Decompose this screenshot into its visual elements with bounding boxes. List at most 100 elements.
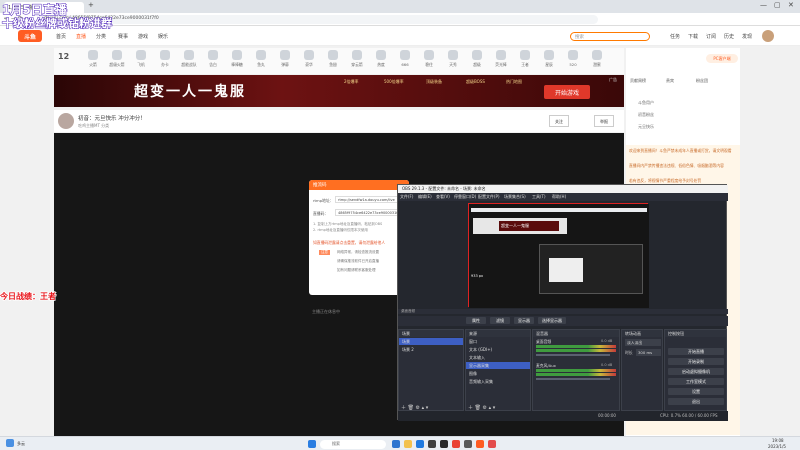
header-subscribe[interactable]: 订阅 [706, 33, 716, 40]
douyu-taskbar-icon[interactable] [476, 440, 484, 448]
gift-item[interactable]: 甜蜜 [586, 50, 608, 68]
douyu-logo[interactable]: 斗鱼 [18, 30, 42, 42]
gift-item[interactable]: 520 [562, 50, 584, 67]
source-item[interactable]: 文本 (GDI+) [466, 346, 530, 353]
gift-item[interactable]: 弹幕 [274, 50, 296, 68]
avatar[interactable] [762, 30, 774, 42]
streamer-avatar[interactable] [58, 113, 74, 129]
app-icon[interactable] [464, 440, 472, 448]
source-item[interactable]: 显示器采集 [466, 362, 530, 369]
obs-taskbar-icon[interactable] [440, 440, 448, 448]
weather-icon[interactable] [6, 439, 14, 447]
add-source-icon[interactable]: ＋ 🗑 ⚙ ▴ ▾ [468, 404, 495, 411]
gift-item[interactable]: 天秀 [442, 50, 464, 68]
gift-item[interactable]: 超级 [466, 50, 488, 68]
obs-preview[interactable]: 超变一人一鬼服 933 px [468, 203, 649, 308]
gift-item[interactable]: 热度 [370, 50, 392, 68]
menu-file[interactable]: 文件(F) [400, 194, 413, 200]
gift-item[interactable]: 穿云箭 [346, 50, 368, 68]
menu-scene-collection[interactable]: 场景集合(S) [504, 194, 526, 200]
report-button[interactable]: 举报 [594, 115, 614, 127]
gift-item[interactable]: 荧光棒 [490, 50, 512, 68]
gift-item[interactable]: 飞机 [130, 50, 152, 68]
gift-item[interactable]: 豪华 [298, 50, 320, 68]
gift-item[interactable]: 超级火箭 [106, 50, 128, 68]
rank-tab[interactable]: 贵宾 [666, 78, 674, 84]
add-scene-icon[interactable]: ＋ 🗑 ⚙ ▴ ▾ [401, 404, 428, 411]
header-task[interactable]: 任务 [670, 33, 680, 40]
settings-button[interactable]: 设置 [668, 388, 724, 395]
gift-item[interactable]: 超能战队 [178, 50, 200, 68]
gift-item[interactable]: 王者 [514, 50, 536, 68]
nav-item-live[interactable]: 直播 [76, 33, 86, 40]
banner-start-button[interactable]: 开始游戏 [544, 85, 590, 99]
menu-help[interactable]: 帮助(H) [552, 194, 566, 200]
taskbar-search[interactable]: 搜索 [320, 440, 386, 449]
app-icon[interactable] [488, 440, 496, 448]
file-explorer-icon[interactable] [404, 440, 412, 448]
start-streaming-button[interactable]: 开始直播 [668, 348, 724, 355]
menu-view[interactable]: 查看(V) [436, 194, 450, 200]
nav-item-fun[interactable]: 娱乐 [158, 33, 168, 40]
source-item[interactable]: 文本输入 [466, 354, 530, 361]
scene-item[interactable]: 场景 [399, 338, 463, 345]
user-item[interactable]: 斗鱼用户 [638, 100, 654, 106]
notice-line: 网络异常，请检查推流设置 [337, 250, 379, 254]
menu-edit[interactable]: 编辑(E) [418, 194, 432, 200]
duration-input[interactable]: 300 ms [636, 349, 661, 356]
store-icon[interactable] [428, 440, 436, 448]
source-item[interactable]: 图像 [466, 370, 530, 377]
ad-banner[interactable]: 超变一人一鬼服 2倍爆率 500倍爆率 顶级装备 超级BOSS 热门地图 开始游… [54, 75, 624, 107]
nav-item-match[interactable]: 赛事 [118, 33, 128, 40]
menu-docks[interactable]: 停靠窗口(D) [454, 194, 476, 200]
gift-icon [160, 50, 170, 60]
select-display-button[interactable]: 选择显示器 [538, 317, 566, 324]
minimize-button[interactable]: — [760, 1, 767, 9]
volume-slider[interactable] [536, 378, 610, 380]
windows-start-icon[interactable] [308, 440, 316, 448]
exit-button[interactable]: 退出 [668, 398, 724, 405]
nav-item-home[interactable]: 首页 [56, 33, 66, 40]
gift-item[interactable]: 666 [394, 50, 416, 67]
source-item[interactable]: 窗口 [466, 338, 530, 345]
menu-profile[interactable]: 配置文件(P) [478, 194, 500, 200]
header-download[interactable]: 下载 [688, 33, 698, 40]
address-input[interactable]: douyu.com/ 48655f9754ce6422e73ce9000031f… [38, 15, 598, 24]
header-discover[interactable]: 发现 [742, 33, 752, 40]
start-recording-button[interactable]: 开始录制 [668, 358, 724, 365]
rank-tab[interactable]: 粉丝团 [696, 78, 708, 84]
display-button[interactable]: 显示器 [514, 317, 534, 324]
gift-item[interactable]: 告白 [202, 50, 224, 68]
gift-item[interactable]: 鱼翅 [322, 50, 344, 68]
close-button[interactable]: ✕ [788, 1, 794, 9]
filters-button[interactable]: 滤镜 [490, 317, 510, 324]
pc-client-button[interactable]: PC客户端 [706, 54, 738, 63]
follow-button[interactable]: 关注 [549, 115, 569, 127]
studio-mode-button[interactable]: 工作室模式 [668, 378, 724, 385]
nav-item-game[interactable]: 游戏 [138, 33, 148, 40]
transition-select[interactable]: 淡入淡出 [625, 339, 661, 346]
gift-item[interactable]: 星辰 [538, 50, 560, 68]
search-input[interactable]: 搜索 [570, 32, 650, 41]
gift-item[interactable]: 火箭 [82, 50, 104, 68]
new-tab-button[interactable]: + [88, 1, 94, 9]
task-view-icon[interactable] [392, 440, 400, 448]
volume-slider[interactable] [536, 354, 610, 356]
user-item[interactable]: 初音粉丝 [638, 112, 654, 118]
source-item[interactable]: 音频输入采集 [466, 378, 530, 385]
header-history[interactable]: 历史 [724, 33, 734, 40]
maximize-button[interactable]: ▢ [774, 1, 781, 9]
chrome-icon[interactable] [452, 440, 460, 448]
edge-icon[interactable] [416, 440, 424, 448]
scene-item[interactable]: 场景 2 [399, 346, 463, 353]
nav-item-category[interactable]: 分类 [96, 33, 106, 40]
user-item[interactable]: 元旦快乐 [638, 124, 654, 130]
gift-item[interactable]: 鱼丸 [250, 50, 272, 68]
rank-tab[interactable]: 贡献周榜 [630, 78, 646, 84]
menu-tools[interactable]: 工具(T) [532, 194, 546, 200]
properties-button[interactable]: 属性 [466, 317, 486, 324]
gift-item[interactable]: 稳住 [418, 50, 440, 68]
virtual-camera-button[interactable]: 启动虚拟摄像机 [668, 368, 724, 375]
gift-item[interactable]: 棒棒糖 [226, 50, 248, 68]
gift-item[interactable]: 办卡 [154, 50, 176, 68]
